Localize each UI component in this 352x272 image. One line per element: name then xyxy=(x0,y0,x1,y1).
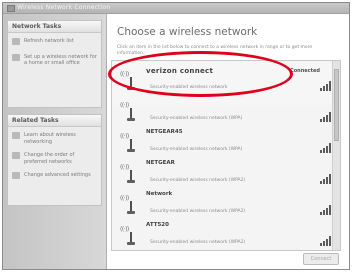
info-icon xyxy=(12,132,20,139)
window-icon xyxy=(7,5,15,12)
sidebar: Network Tasks Refresh network list Set u… xyxy=(3,14,107,269)
network-security: Security-enabled wireless network (WPA2) xyxy=(150,209,246,214)
settings-icon xyxy=(12,172,20,179)
star-icon xyxy=(12,152,20,159)
network-name: NETGEAR45 xyxy=(146,129,183,135)
network-security: Security-enabled wireless network xyxy=(150,85,228,90)
network-tasks-panel: Network Tasks Refresh network list Set u… xyxy=(7,20,102,108)
network-security: Security-enabled wireless network (WPA) xyxy=(150,116,243,121)
network-security: Security-enabled wireless network (WPA2) xyxy=(150,178,246,183)
related-tasks-panel: Related Tasks Learn about wireless netwo… xyxy=(7,114,102,206)
window-title: Wireless Network Connection xyxy=(17,4,111,11)
refresh-icon xyxy=(12,38,20,45)
network-tasks-header: Network Tasks xyxy=(8,21,101,33)
main-panel: Choose a wireless network Click an item … xyxy=(107,14,349,269)
refresh-network-list-label: Refresh network list xyxy=(24,38,74,44)
connection-status: Connected xyxy=(290,68,320,74)
network-name: Network xyxy=(146,191,173,197)
network-security: Security-enabled wireless network (WPA2) xyxy=(150,240,246,245)
learn-wireless-link[interactable]: Learn about wireless networking xyxy=(8,130,101,147)
change-order-label: Change the order of preferred networks xyxy=(24,152,75,165)
wireless-antenna-icon: ((·)) xyxy=(120,226,142,250)
network-list: ((·)) verizon connect Security-enabled w… xyxy=(111,60,341,251)
title-bar: Wireless Network Connection xyxy=(3,3,349,14)
network-name: NETGEAR xyxy=(146,160,175,166)
change-order-link[interactable]: Change the order of preferred networks xyxy=(8,150,101,167)
related-tasks-header: Related Tasks xyxy=(8,115,101,127)
page-title: Choose a wireless network xyxy=(117,26,258,38)
connect-button[interactable]: Connect xyxy=(303,253,339,265)
advanced-settings-link[interactable]: Change advanced settings xyxy=(8,170,101,181)
refresh-network-list-link[interactable]: Refresh network list xyxy=(8,36,101,47)
network-item[interactable]: ((·)) ATT520 Security-enabled wireless n… xyxy=(112,216,340,250)
instructions-text: Click an item in the list below to conne… xyxy=(117,45,313,56)
network-security: Security-enabled wireless network (WPA) xyxy=(150,147,243,152)
setup-network-icon xyxy=(12,53,20,61)
network-list-scrollbar[interactable] xyxy=(332,61,340,250)
setup-wireless-network-link[interactable]: Set up a wireless network for a home or … xyxy=(8,52,101,69)
network-name: ATT520 xyxy=(146,222,169,228)
learn-wireless-label: Learn about wireless networking xyxy=(24,132,76,145)
network-name: verizon connect xyxy=(146,67,214,75)
scrollbar-thumb[interactable] xyxy=(334,69,339,141)
wireless-network-window: Wireless Network Connection Network Task… xyxy=(2,2,350,270)
advanced-settings-label: Change advanced settings xyxy=(24,172,91,178)
setup-wireless-network-label: Set up a wireless network for a home or … xyxy=(24,53,97,67)
